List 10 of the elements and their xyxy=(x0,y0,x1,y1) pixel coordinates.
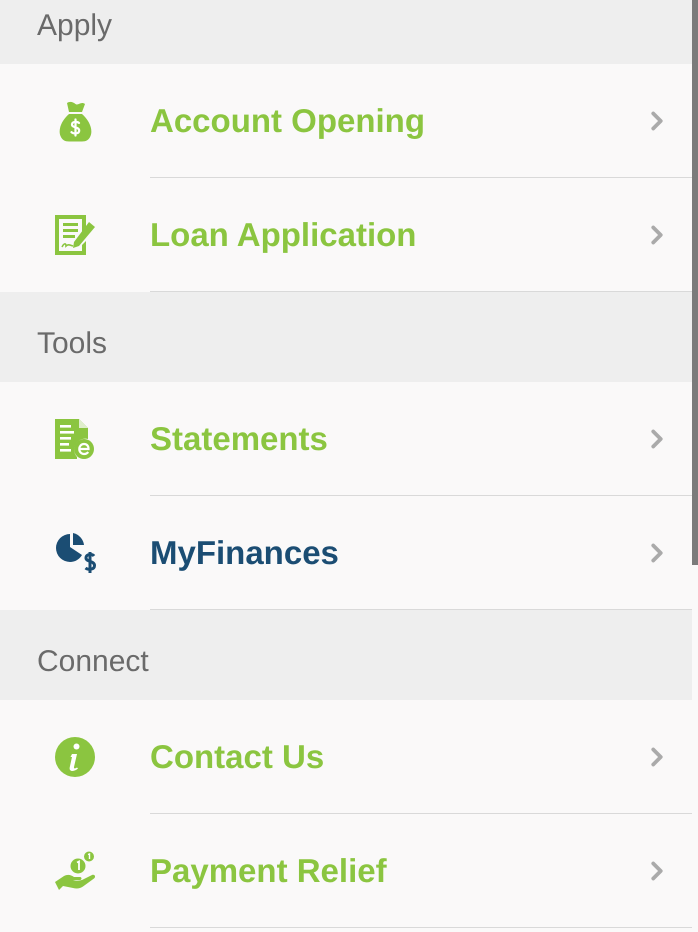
document-pen-icon xyxy=(54,215,96,255)
section-header: Apply xyxy=(0,0,692,64)
money-bag-icon xyxy=(58,100,92,142)
pie-chart-dollar-icon xyxy=(54,533,96,573)
hand-coins-icon xyxy=(55,851,95,891)
section-header: Connect xyxy=(0,610,692,700)
e-statement-icon xyxy=(55,419,95,459)
info-icon xyxy=(55,737,95,777)
section-header: Tools xyxy=(0,292,692,382)
scrollbar[interactable] xyxy=(692,0,698,565)
